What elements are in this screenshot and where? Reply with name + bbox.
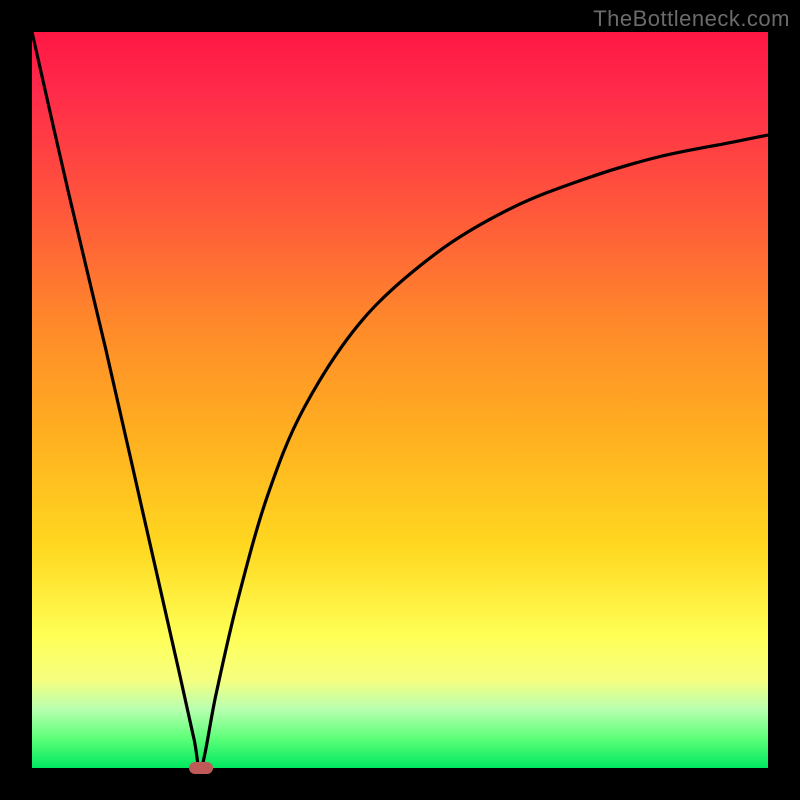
attribution-label: TheBottleneck.com <box>593 6 790 32</box>
bottleneck-curve <box>32 32 768 768</box>
plot-area <box>32 32 768 768</box>
curve-path <box>32 32 768 768</box>
chart-frame: TheBottleneck.com <box>0 0 800 800</box>
optimal-marker <box>189 762 213 774</box>
